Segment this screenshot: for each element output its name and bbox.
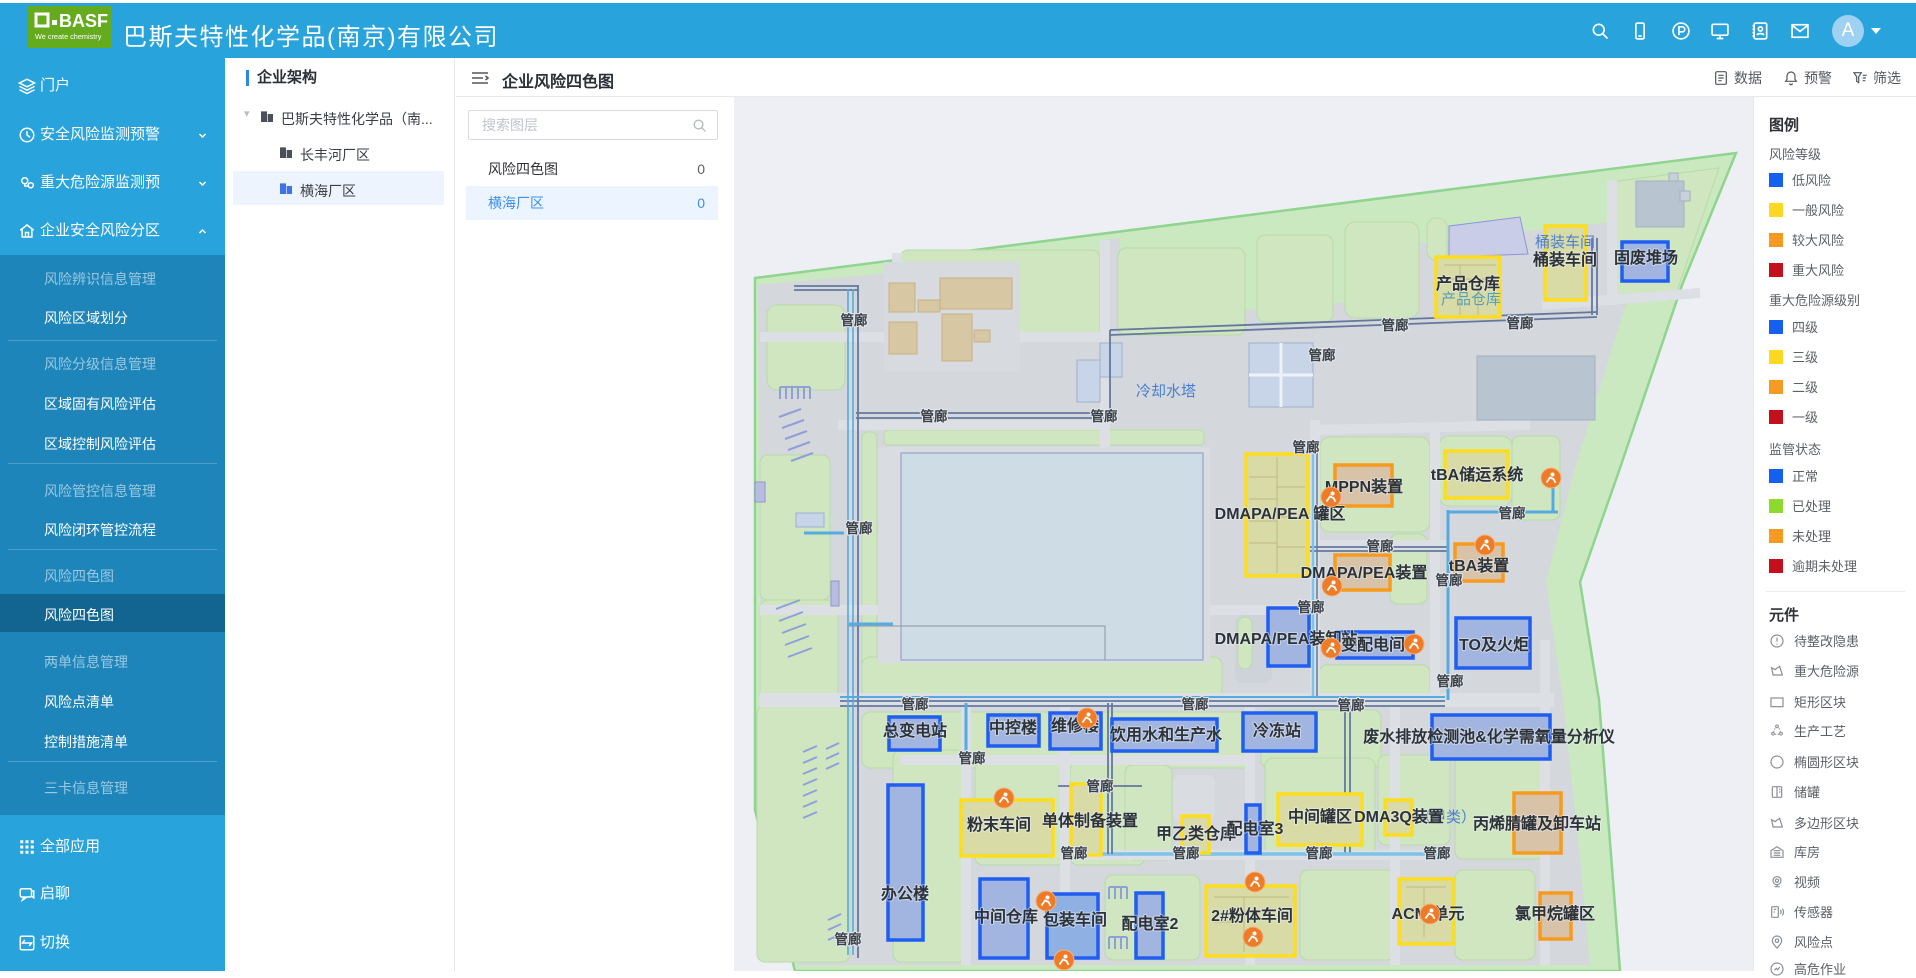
svg-text:管廊: 管廊 xyxy=(1424,845,1452,861)
svg-text:管廊: 管廊 xyxy=(1298,599,1326,615)
svg-text:管廊: 管廊 xyxy=(1087,778,1115,794)
svg-text:配电室3: 配电室3 xyxy=(1227,819,1284,838)
svg-text:DMAPA/PEA装置: DMAPA/PEA装置 xyxy=(1301,563,1428,582)
svg-text:DMA3Q装置: DMA3Q装置 xyxy=(1354,807,1444,826)
svg-text:配电室2: 配电室2 xyxy=(1122,914,1179,933)
svg-text:桶装车间: 桶装车间 xyxy=(1533,250,1597,269)
svg-text:丙烯腈罐及卸车站: 丙烯腈罐及卸车站 xyxy=(1473,814,1601,833)
svg-text:产品仓库: 产品仓库 xyxy=(1436,274,1500,293)
svg-text:BASF: BASF xyxy=(59,11,108,31)
svg-text:管廊: 管廊 xyxy=(1173,845,1201,861)
svg-text:管廊: 管廊 xyxy=(1091,408,1119,424)
svg-text:We create chemistry: We create chemistry xyxy=(35,32,102,41)
svg-text:废水排放检测池&化学需氧量分析仪: 废水排放检测池&化学需氧量分析仪 xyxy=(1363,727,1616,746)
svg-text:tBA储运系统: tBA储运系统 xyxy=(1431,465,1523,484)
svg-text:管廊: 管廊 xyxy=(1309,347,1337,363)
svg-text:管廊: 管廊 xyxy=(1338,697,1366,713)
svg-text:桶装车间: 桶装车间 xyxy=(1535,234,1595,251)
svg-text:单体制备装置: 单体制备装置 xyxy=(1042,811,1138,830)
svg-text:总变电站: 总变电站 xyxy=(883,721,947,740)
svg-text:管廊: 管廊 xyxy=(841,312,869,328)
svg-text:固废堆场: 固废堆场 xyxy=(1614,248,1678,267)
svg-text:管廊: 管廊 xyxy=(1382,317,1410,333)
svg-text:2#粉体车间: 2#粉体车间 xyxy=(1211,906,1293,925)
svg-text:tBA装置: tBA装置 xyxy=(1449,556,1509,575)
svg-text:管廊: 管廊 xyxy=(1437,673,1465,689)
svg-text:氯甲烷罐区: 氯甲烷罐区 xyxy=(1515,904,1595,923)
svg-text:管廊: 管廊 xyxy=(835,931,863,947)
svg-text:办公楼: 办公楼 xyxy=(881,884,929,903)
svg-text:DMAPA/PEA 罐区: DMAPA/PEA 罐区 xyxy=(1215,504,1346,523)
svg-text:饮用水和生产水: 饮用水和生产水 xyxy=(1109,725,1223,744)
svg-text:产品仓库: 产品仓库 xyxy=(1441,291,1501,308)
svg-text:变配电间: 变配电间 xyxy=(1341,635,1405,654)
svg-text:包装车间: 包装车间 xyxy=(1043,910,1107,929)
svg-text:管廊: 管廊 xyxy=(1061,845,1089,861)
svg-text:管廊: 管廊 xyxy=(1306,845,1334,861)
svg-text:中控楼: 中控楼 xyxy=(989,718,1037,737)
svg-text:管廊: 管廊 xyxy=(1182,696,1210,712)
svg-text:中间仓库: 中间仓库 xyxy=(974,907,1038,926)
svg-text:管廊: 管廊 xyxy=(959,750,987,766)
svg-text:管廊: 管廊 xyxy=(921,408,949,424)
svg-text:管廊: 管廊 xyxy=(1507,315,1535,331)
svg-text:甲乙类仓库: 甲乙类仓库 xyxy=(1156,824,1236,843)
svg-text:TO及火炬: TO及火炬 xyxy=(1459,635,1529,654)
svg-text:管廊: 管廊 xyxy=(1499,505,1527,521)
svg-text:管廊: 管廊 xyxy=(1367,538,1395,554)
svg-text:管廊: 管廊 xyxy=(902,696,930,712)
svg-text:管廊: 管廊 xyxy=(1293,439,1321,455)
svg-text:中间罐区: 中间罐区 xyxy=(1288,807,1352,826)
svg-text:粉末车间: 粉末车间 xyxy=(967,815,1031,834)
svg-text:冷却水塔: 冷却水塔 xyxy=(1136,383,1196,400)
svg-text:冷冻站: 冷冻站 xyxy=(1253,721,1301,740)
svg-text:管廊: 管廊 xyxy=(846,520,874,536)
